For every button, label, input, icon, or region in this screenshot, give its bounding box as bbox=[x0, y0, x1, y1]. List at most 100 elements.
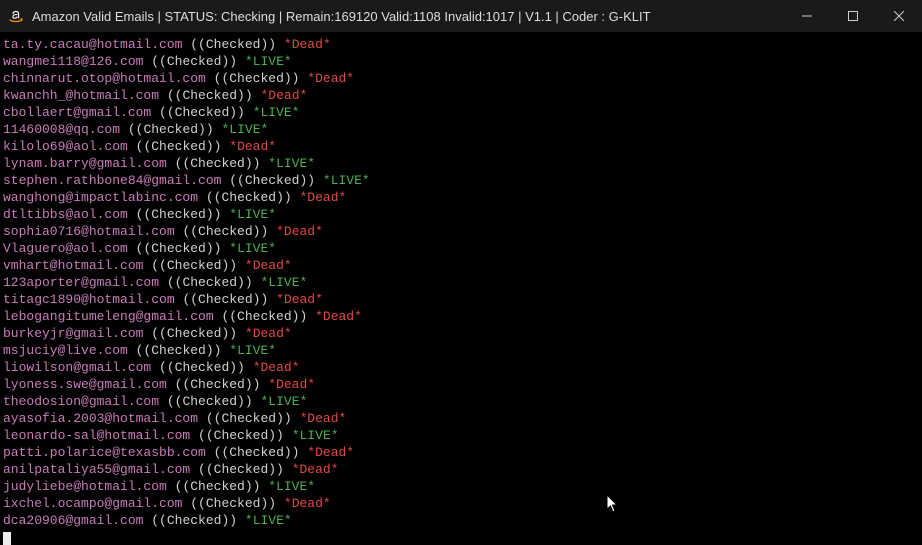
email-address: lebogangitumeleng@gmail.com bbox=[3, 309, 214, 324]
status-dead-label: *Dead* bbox=[276, 224, 323, 239]
output-line: kilolo69@aol.com ((Checked)) *Dead* bbox=[3, 138, 919, 155]
email-address: stephen.rathbone84@gmail.com bbox=[3, 173, 221, 188]
email-address: dtltibbs@aol.com bbox=[3, 207, 128, 222]
status-dead-label: *Dead* bbox=[315, 309, 362, 324]
status-dead-label: *Dead* bbox=[245, 326, 292, 341]
email-address: wanghong@impactlabinc.com bbox=[3, 190, 198, 205]
status-dead-label: *Dead* bbox=[307, 71, 354, 86]
status-dead-label: *Dead* bbox=[292, 462, 339, 477]
checked-label: ((Checked)) bbox=[167, 275, 253, 290]
email-address: Vlaguero@aol.com bbox=[3, 241, 128, 256]
status-live-label: *LIVE* bbox=[245, 54, 292, 69]
status-dead-label: *Dead* bbox=[268, 377, 315, 392]
checked-label: ((Checked)) bbox=[151, 513, 237, 528]
email-address: titagc1890@hotmail.com bbox=[3, 292, 175, 307]
maximize-icon bbox=[848, 9, 858, 24]
email-address: msjuciy@live.com bbox=[3, 343, 128, 358]
checked-label: ((Checked)) bbox=[159, 360, 245, 375]
email-address: chinnarut.otop@hotmail.com bbox=[3, 71, 206, 86]
checked-label: ((Checked)) bbox=[136, 343, 222, 358]
close-button[interactable] bbox=[876, 0, 922, 32]
output-line: dca20906@gmail.com ((Checked)) *LIVE* bbox=[3, 512, 919, 529]
status-live-label: *LIVE* bbox=[260, 275, 307, 290]
email-address: cbollaert@gmail.com bbox=[3, 105, 151, 120]
checked-label: ((Checked)) bbox=[206, 411, 292, 426]
status-live-label: *LIVE* bbox=[221, 122, 268, 137]
email-address: dca20906@gmail.com bbox=[3, 513, 143, 528]
checked-label: ((Checked)) bbox=[175, 479, 261, 494]
status-dead-label: *Dead* bbox=[300, 190, 347, 205]
close-icon bbox=[894, 9, 904, 24]
email-address: 11460008@qq.com bbox=[3, 122, 120, 137]
window-controls bbox=[784, 0, 922, 32]
email-address: liowilson@gmail.com bbox=[3, 360, 151, 375]
checked-label: ((Checked)) bbox=[182, 292, 268, 307]
status-live-label: *LIVE* bbox=[292, 428, 339, 443]
status-dead-label: *Dead* bbox=[229, 139, 276, 154]
minimize-button[interactable] bbox=[784, 0, 830, 32]
output-line: ixchel.ocampo@gmail.com ((Checked)) *Dea… bbox=[3, 495, 919, 512]
email-address: lynam.barry@gmail.com bbox=[3, 156, 167, 171]
output-line: dtltibbs@aol.com ((Checked)) *LIVE* bbox=[3, 206, 919, 223]
window-title: Amazon Valid Emails | STATUS: Checking |… bbox=[32, 9, 651, 24]
status-dead-label: *Dead* bbox=[300, 411, 347, 426]
output-line: cbollaert@gmail.com ((Checked)) *LIVE* bbox=[3, 104, 919, 121]
status-dead-label: *Dead* bbox=[260, 88, 307, 103]
email-address: sophia0716@hotmail.com bbox=[3, 224, 175, 239]
output-line: lebogangitumeleng@gmail.com ((Checked)) … bbox=[3, 308, 919, 325]
output-line: theodosion@gmail.com ((Checked)) *LIVE* bbox=[3, 393, 919, 410]
email-address: ixchel.ocampo@gmail.com bbox=[3, 496, 182, 511]
status-live-label: *LIVE* bbox=[229, 207, 276, 222]
email-address: burkeyjr@gmail.com bbox=[3, 326, 143, 341]
output-line: lyoness.swe@gmail.com ((Checked)) *Dead* bbox=[3, 376, 919, 393]
output-line: 123aporter@gmail.com ((Checked)) *LIVE* bbox=[3, 274, 919, 291]
output-line: ayasofia.2003@hotmail.com ((Checked)) *D… bbox=[3, 410, 919, 427]
status-live-label: *LIVE* bbox=[245, 513, 292, 528]
output-line: ta.ty.cacau@hotmail.com ((Checked)) *Dea… bbox=[3, 36, 919, 53]
checked-label: ((Checked)) bbox=[190, 37, 276, 52]
checked-label: ((Checked)) bbox=[182, 224, 268, 239]
status-dead-label: *Dead* bbox=[284, 37, 331, 52]
output-line: Vlaguero@aol.com ((Checked)) *LIVE* bbox=[3, 240, 919, 257]
maximize-button[interactable] bbox=[830, 0, 876, 32]
checked-label: ((Checked)) bbox=[136, 207, 222, 222]
checked-label: ((Checked)) bbox=[206, 190, 292, 205]
email-address: leonardo-sal@hotmail.com bbox=[3, 428, 190, 443]
output-line: wangmei118@126.com ((Checked)) *LIVE* bbox=[3, 53, 919, 70]
email-address: lyoness.swe@gmail.com bbox=[3, 377, 167, 392]
email-address: wangmei118@126.com bbox=[3, 54, 143, 69]
checked-label: ((Checked)) bbox=[190, 496, 276, 511]
output-line: chinnarut.otop@hotmail.com ((Checked)) *… bbox=[3, 70, 919, 87]
output-line: liowilson@gmail.com ((Checked)) *Dead* bbox=[3, 359, 919, 376]
output-line: burkeyjr@gmail.com ((Checked)) *Dead* bbox=[3, 325, 919, 342]
checked-label: ((Checked)) bbox=[167, 88, 253, 103]
email-address: patti.polarice@texasbb.com bbox=[3, 445, 206, 460]
text-cursor-icon bbox=[3, 532, 11, 545]
status-dead-label: *Dead* bbox=[284, 496, 331, 511]
checked-label: ((Checked)) bbox=[128, 122, 214, 137]
email-address: vmhart@hotmail.com bbox=[3, 258, 143, 273]
terminal-output: ta.ty.cacau@hotmail.com ((Checked)) *Dea… bbox=[0, 32, 922, 545]
email-address: theodosion@gmail.com bbox=[3, 394, 159, 409]
output-line: anilpataliya55@gmail.com ((Checked)) *De… bbox=[3, 461, 919, 478]
checked-label: ((Checked)) bbox=[214, 445, 300, 460]
checked-label: ((Checked)) bbox=[214, 71, 300, 86]
window-titlebar: Amazon Valid Emails | STATUS: Checking |… bbox=[0, 0, 922, 32]
status-dead-label: *Dead* bbox=[276, 292, 323, 307]
output-line: patti.polarice@texasbb.com ((Checked)) *… bbox=[3, 444, 919, 461]
checked-label: ((Checked)) bbox=[175, 156, 261, 171]
output-line: leonardo-sal@hotmail.com ((Checked)) *LI… bbox=[3, 427, 919, 444]
output-line: kwanchh_@hotmail.com ((Checked)) *Dead* bbox=[3, 87, 919, 104]
checked-label: ((Checked)) bbox=[136, 241, 222, 256]
status-dead-label: *Dead* bbox=[253, 360, 300, 375]
checked-label: ((Checked)) bbox=[175, 377, 261, 392]
output-line: wanghong@impactlabinc.com ((Checked)) *D… bbox=[3, 189, 919, 206]
email-address: kwanchh_@hotmail.com bbox=[3, 88, 159, 103]
checked-label: ((Checked)) bbox=[151, 54, 237, 69]
output-line: judyliebe@hotmail.com ((Checked)) *LIVE* bbox=[3, 478, 919, 495]
status-live-label: *LIVE* bbox=[260, 394, 307, 409]
status-live-label: *LIVE* bbox=[229, 343, 276, 358]
status-live-label: *LIVE* bbox=[323, 173, 370, 188]
titlebar-left: Amazon Valid Emails | STATUS: Checking |… bbox=[0, 8, 651, 24]
output-line: lynam.barry@gmail.com ((Checked)) *LIVE* bbox=[3, 155, 919, 172]
